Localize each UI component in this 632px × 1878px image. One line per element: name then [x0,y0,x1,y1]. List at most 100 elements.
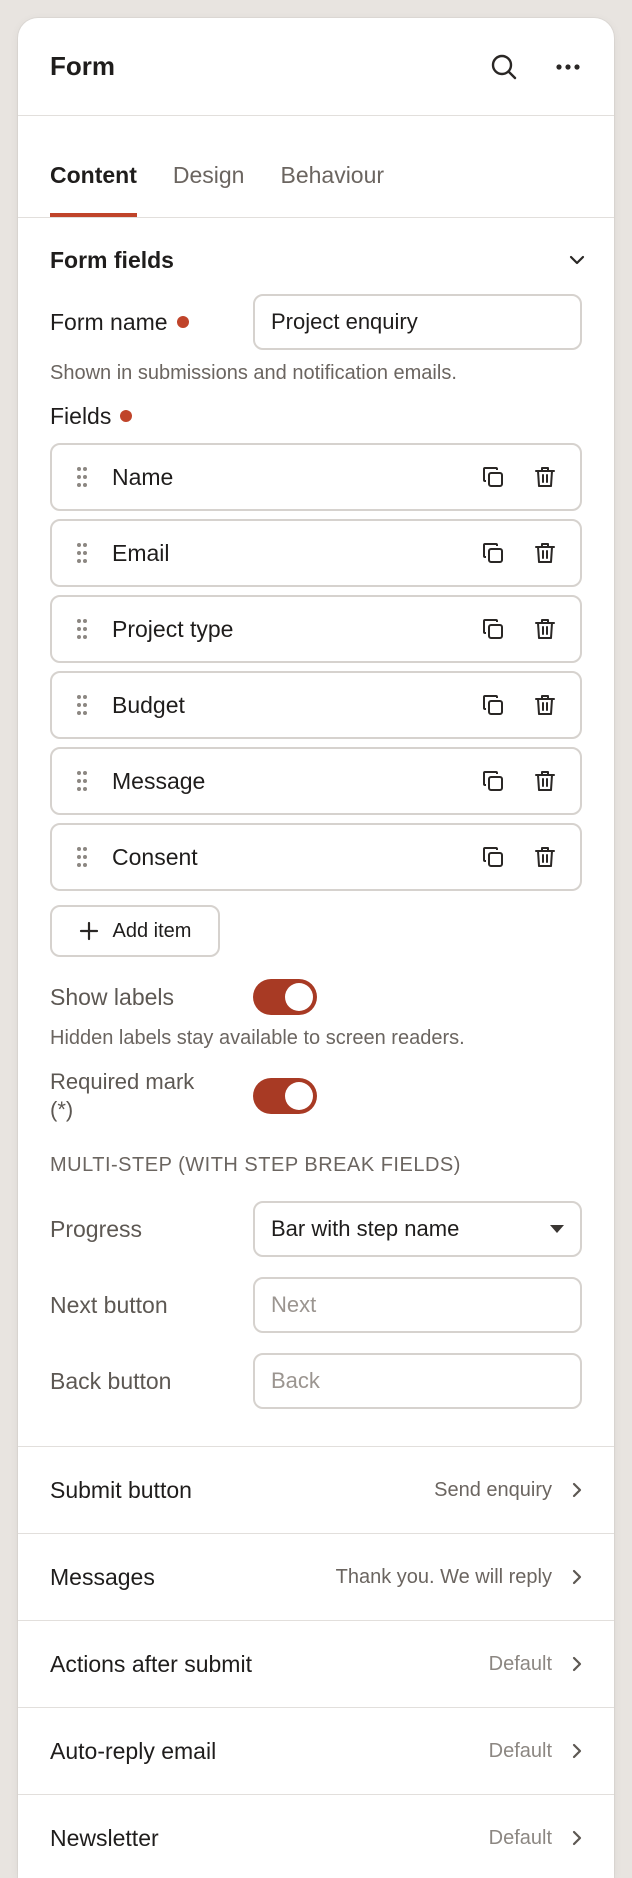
progress-row: Progress Bar with step name [18,1201,614,1257]
chevron-right-icon [572,1830,582,1846]
field-name: Budget [112,691,185,718]
list-item[interactable]: Project type [50,595,582,663]
toggle-knob [285,983,313,1011]
more-button[interactable] [546,45,590,89]
field-name: Message [112,767,206,794]
duplicate-button[interactable] [476,460,510,494]
field-name: Consent [112,843,198,870]
drag-handle[interactable] [52,542,112,564]
tab-design[interactable]: Design [173,161,245,217]
nav-row-value: Default [488,1739,552,1762]
duplicate-button[interactable] [476,536,510,570]
list-item[interactable]: Consent [50,823,582,891]
drag-handle-icon [77,619,87,639]
caret-down-icon [550,1225,564,1233]
delete-button[interactable] [528,460,562,494]
list-item[interactable]: Budget [50,671,582,739]
duplicate-button[interactable] [476,840,510,874]
show-labels-hint: Hidden labels stay available to screen r… [50,1027,465,1049]
tab-bar: Content Design Behaviour [18,116,614,218]
nav-row-auto-reply-email[interactable]: Auto-reply email Default [18,1707,614,1794]
drag-handle-icon [77,695,87,715]
fields-label: Fields [50,403,253,430]
copy-icon [483,847,503,867]
list-item[interactable]: Email [50,519,582,587]
more-horizontal-icon [556,63,580,70]
chevron-right-icon [572,1482,582,1498]
required-mark-label-line2: (*) [50,1097,74,1122]
trash-icon [535,771,555,791]
back-button-input[interactable]: Back [253,1353,582,1409]
nav-row-value: Default [488,1652,552,1675]
next-button-row: Next button Next [18,1277,614,1333]
show-labels-toggle[interactable] [253,979,317,1015]
duplicate-button[interactable] [476,612,510,646]
search-button[interactable] [482,45,526,89]
nav-row-messages[interactable]: Messages Thank you. We will reply [18,1533,614,1620]
trash-icon [535,467,555,487]
form-name-input[interactable]: Project enquiry [253,294,582,350]
required-dot [120,410,133,422]
form-fields-section-header[interactable]: Form fields [18,218,614,302]
delete-button[interactable] [528,688,562,722]
show-labels-label: Show labels [50,983,175,1010]
fields-label-row: Fields [18,401,614,431]
drag-handle-icon [77,543,87,563]
delete-button[interactable] [528,612,562,646]
nav-row-label: Messages [50,1563,155,1590]
delete-button[interactable] [528,764,562,798]
field-name: Name [112,463,174,490]
next-button-label: Next button [50,1291,168,1318]
delete-button[interactable] [528,840,562,874]
progress-label: Progress [50,1215,143,1242]
nav-row-label: Newsletter [50,1824,159,1851]
nav-row-label: Actions after submit [50,1650,252,1677]
panel-title: Form [50,51,115,81]
required-mark-label-line1: Required mark [50,1069,195,1094]
section-title: Form fields [50,246,174,273]
nav-row-newsletter[interactable]: Newsletter Default [18,1794,614,1878]
multistep-heading: MULTI-STEP (WITH STEP BREAK FIELDS) [50,1154,461,1176]
progress-select-value: Bar with step name [271,1216,460,1241]
duplicate-button[interactable] [476,688,510,722]
nav-row-label: Auto-reply email [50,1737,217,1764]
back-button-row: Back button Back [18,1353,614,1409]
required-dot [176,316,189,328]
drag-handle-icon [77,771,87,791]
required-mark-label: Required mark (*) [50,1068,253,1124]
required-mark-row: Required mark (*) [18,1068,614,1124]
drag-handle[interactable] [52,770,112,792]
drag-handle[interactable] [52,694,112,716]
form-name-label: Form name [50,309,253,336]
plus-icon [79,921,98,941]
delete-button[interactable] [528,536,562,570]
trash-icon [535,695,555,715]
duplicate-button[interactable] [476,764,510,798]
add-item-label: Add item [112,919,192,942]
nav-row-value: Thank you. We will reply [335,1565,552,1588]
drag-handle-icon [77,467,87,487]
nav-row-actions-after-submit[interactable]: Actions after submit Default [18,1620,614,1707]
drag-handle[interactable] [52,618,112,640]
list-item[interactable]: Message [50,747,582,815]
trash-icon [535,543,555,563]
nav-row-value: Send enquiry [434,1478,552,1501]
drag-handle[interactable] [52,846,112,868]
tab-behaviour[interactable]: Behaviour [280,161,384,217]
nav-row-submit-button[interactable]: Submit button Send enquiry [18,1446,614,1533]
show-labels-row: Show labels [18,977,614,1017]
form-name-hint: Shown in submissions and notification em… [50,362,457,384]
copy-icon [483,467,503,487]
add-item-button[interactable]: Add item [50,905,220,957]
required-mark-toggle[interactable] [253,1078,317,1114]
next-button-input[interactable]: Next [253,1277,582,1333]
field-name: Email [112,539,170,566]
progress-select[interactable]: Bar with step name [253,1201,582,1257]
nav-row-value: Default [488,1826,552,1849]
drag-handle[interactable] [52,466,112,488]
form-name-row: Form name Project enquiry [18,294,614,350]
tab-content[interactable]: Content [50,161,137,217]
list-item[interactable]: Name [50,443,582,511]
copy-icon [483,771,503,791]
chevron-right-icon [572,1569,582,1585]
